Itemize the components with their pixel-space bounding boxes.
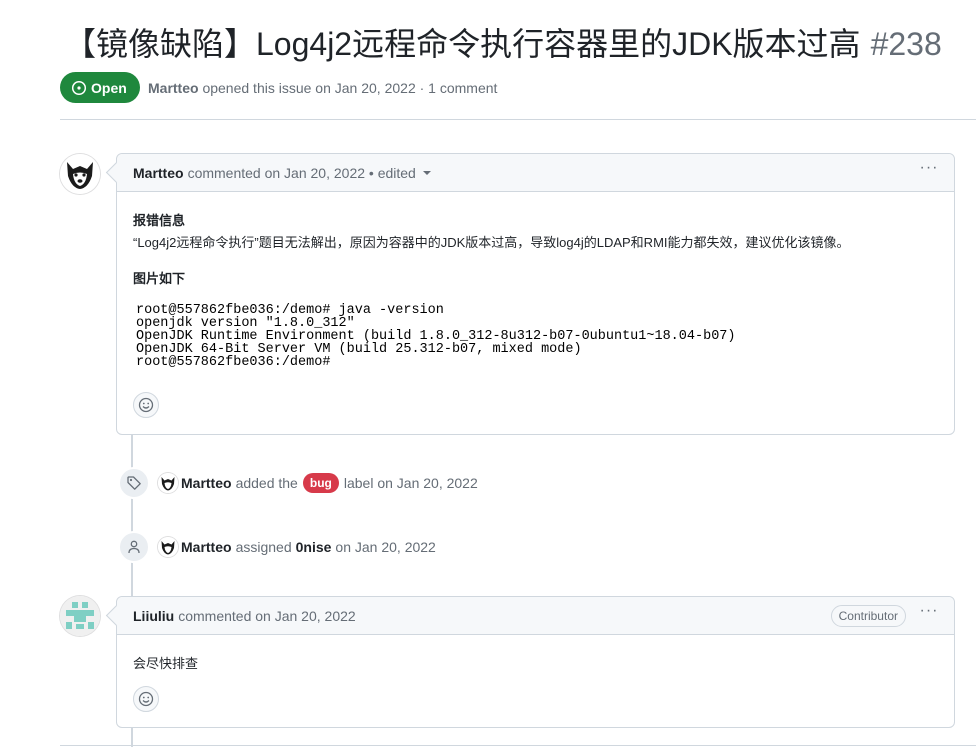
issue-open-icon (71, 80, 87, 95)
timeline-connector (131, 434, 133, 597)
avatar-liiuliu[interactable] (60, 596, 100, 636)
event-text-after: on Jan 20, 2022 (335, 539, 436, 555)
event-badge (118, 531, 150, 563)
avatar-martteo[interactable] (60, 154, 100, 194)
husky-avatar-icon (60, 154, 100, 194)
event-actor[interactable]: Martteo (181, 475, 232, 491)
comment-author[interactable]: Martteo (133, 165, 184, 181)
terminal-screenshot: root@557862fbe036:/demo# java -version o… (136, 304, 736, 370)
husky-avatar-icon (158, 537, 178, 557)
issue-state-badge: Open (60, 72, 140, 103)
edited-dropdown-icon[interactable] (422, 170, 431, 175)
smiley-icon (138, 397, 154, 413)
event-assignee[interactable]: 0nise (296, 539, 332, 555)
comment-author[interactable]: Liiuliu (133, 608, 174, 624)
event-actor[interactable]: Martteo (181, 539, 232, 555)
avatar-martteo-small[interactable] (158, 537, 178, 557)
issue-title-text: 【镜像缺陷】Log4j2远程命令执行容器里的JDK版本过高 (64, 26, 861, 62)
bug-label[interactable]: bug (302, 473, 339, 493)
timeline-connector-bottom (131, 727, 133, 747)
identicon-avatar-icon (60, 596, 100, 636)
comment-meta: commented on Jan 20, 2022 (178, 607, 356, 624)
husky-avatar-icon (158, 473, 178, 493)
comment-heading-error: 报错信息 (133, 213, 186, 228)
comment-heading-image: 图片如下 (133, 271, 186, 286)
issue-author-link[interactable]: Martteo (148, 80, 199, 96)
comment-text: 会尽快排查 (133, 656, 199, 671)
comment-text: “Log4j2远程命令执行”题目无法解出，原因为容器中的JDK版本过高，导致lo… (133, 235, 850, 250)
comment-options-button[interactable]: ··· (918, 160, 940, 179)
code-line: root@557862fbe036:/demo# (136, 355, 331, 370)
issue-meta: Martteo opened this issue on Jan 20, 202… (148, 80, 497, 96)
add-reaction-button[interactable] (133, 686, 159, 712)
smiley-icon (138, 691, 154, 707)
issue-opened-text: opened this issue on Jan 20, 2022 · 1 co… (202, 80, 498, 96)
event-text: assigned (235, 539, 292, 555)
header-divider (60, 119, 976, 120)
contributor-badge: Contributor (830, 605, 906, 627)
comment-1-header: Martteo commented on Jan 20, 2022 • edit… (117, 154, 954, 192)
person-icon (128, 540, 140, 554)
tag-icon (127, 476, 141, 490)
event-text-after: label on Jan 20, 2022 (343, 475, 478, 491)
comment-1: Martteo commented on Jan 20, 2022 • edit… (116, 153, 955, 435)
event-text: added the (235, 475, 298, 491)
avatar-martteo-small[interactable] (158, 473, 178, 493)
add-reaction-button[interactable] (133, 392, 159, 418)
event-badge (118, 467, 150, 499)
comment-options-button[interactable]: ··· (918, 603, 940, 622)
footer-divider (60, 745, 976, 746)
comment-meta: commented on Jan 20, 2022 • edited (187, 164, 416, 181)
issue-state-label: Open (91, 79, 127, 96)
comment-2-header: Liiuliu commented on Jan 20, 2022 Contri… (117, 597, 954, 635)
issue-title: 【镜像缺陷】Log4j2远程命令执行容器里的JDK版本过高 #238 (64, 22, 942, 66)
timeline-event-labeled: Martteo added the bug label on Jan 20, 2… (118, 467, 478, 499)
comment-2: Liiuliu commented on Jan 20, 2022 Contri… (116, 596, 955, 728)
issue-number: #238 (870, 26, 942, 62)
timeline-event-assigned: Martteo assigned 0nise on Jan 20, 2022 (118, 531, 436, 563)
